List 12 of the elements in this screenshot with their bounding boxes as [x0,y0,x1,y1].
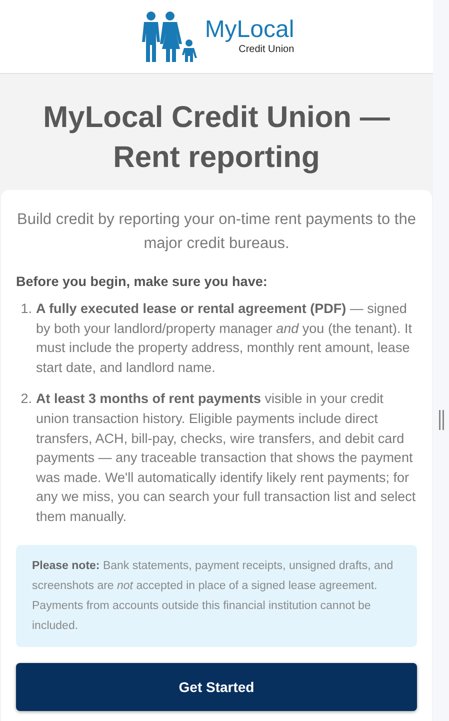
get-started-button[interactable]: Get Started [16,662,417,711]
drag-handle-icon[interactable] [438,410,444,430]
logo-tagline: Credit Union [238,44,294,56]
page-title: MyLocal Credit Union — Rent reporting [42,100,391,176]
list-item-text: A fully executed lease or rental agreement (PDF) — signed by both your landlord/property manager and you (the tenant). It must include the property address, monthly rent amount, lease start date, and landlord name. [36,300,413,377]
list-number: 2. [20,390,32,408]
checklist-heading: Before you begin, make sure you have: [16,274,268,289]
logo-name: MyLocal [204,17,294,43]
list-number: 1. [20,300,32,318]
note-box: Please note: Bank statements, payment receipts, unsigned drafts, and screenshots are not accepted in place of a signed lease agreement. Payments from accounts outside this financial institution cannot be included. [16,544,417,647]
intro-text: Build credit by reporting your on-time rent payments to the major credit bureaus. [16,210,417,254]
list-item-text: At least 3 months of rent payments visible in your credit union transaction history. Eligible payments include direct transfers, ACH, bill-pay, checks, wire transfers, and debit card payments — any traceable transaction that shows the payment was made. We'll automatically identify likely rent payments; for any we miss, you can search your full transaction list and select them manually. [36,390,417,526]
